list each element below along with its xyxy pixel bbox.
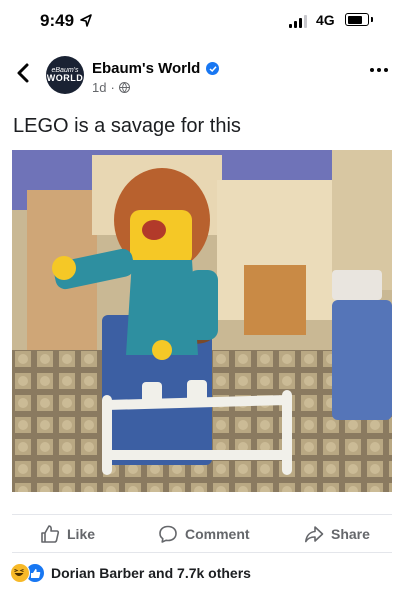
post-header: eBaum's WORLD Ebaum's World 1d ·	[0, 50, 404, 106]
lego-scene-image	[12, 150, 392, 492]
like-button[interactable]: Like	[40, 524, 95, 544]
post-caption: LEGO is a savage for this	[13, 115, 241, 137]
more-options-icon[interactable]	[370, 68, 388, 72]
share-label: Share	[331, 526, 370, 542]
share-icon	[305, 526, 324, 543]
page-name-link[interactable]: Ebaum's World	[92, 60, 220, 77]
post-meta: 1d ·	[92, 80, 130, 95]
comment-icon	[159, 525, 177, 543]
page-avatar[interactable]: eBaum's WORLD	[46, 56, 84, 94]
share-button[interactable]: Share	[304, 524, 370, 544]
battery-icon	[345, 13, 373, 26]
post-actions: Like Comment Share	[0, 518, 404, 552]
comment-button[interactable]: Comment	[158, 524, 250, 544]
network-type: 4G	[316, 12, 335, 28]
cell-signal-icon	[289, 14, 307, 28]
actions-top-divider	[12, 514, 392, 515]
location-arrow-icon	[80, 14, 92, 27]
avatar-text-bottom: WORLD	[46, 73, 84, 83]
like-icon	[41, 525, 60, 543]
haha-reaction-icon	[10, 563, 30, 583]
post-photo[interactable]	[12, 150, 392, 492]
page-name: Ebaum's World	[92, 60, 201, 77]
actions-bottom-divider	[12, 552, 392, 553]
globe-icon	[118, 82, 130, 93]
verified-badge-icon	[206, 62, 220, 75]
reactions-summary[interactable]: Dorian Barber and 7.7k others	[10, 563, 251, 583]
reactions-text: Dorian Barber and 7.7k others	[51, 565, 251, 581]
status-bar: 9:49 4G	[0, 0, 404, 44]
post-age[interactable]: 1d	[92, 80, 106, 95]
clock: 9:49	[40, 11, 93, 31]
battery-level	[347, 15, 362, 24]
clock-time: 9:49	[40, 11, 75, 30]
like-label: Like	[67, 526, 96, 542]
back-chevron-icon[interactable]	[14, 62, 32, 84]
meta-separator: ·	[110, 80, 115, 95]
comment-label: Comment	[185, 526, 250, 542]
